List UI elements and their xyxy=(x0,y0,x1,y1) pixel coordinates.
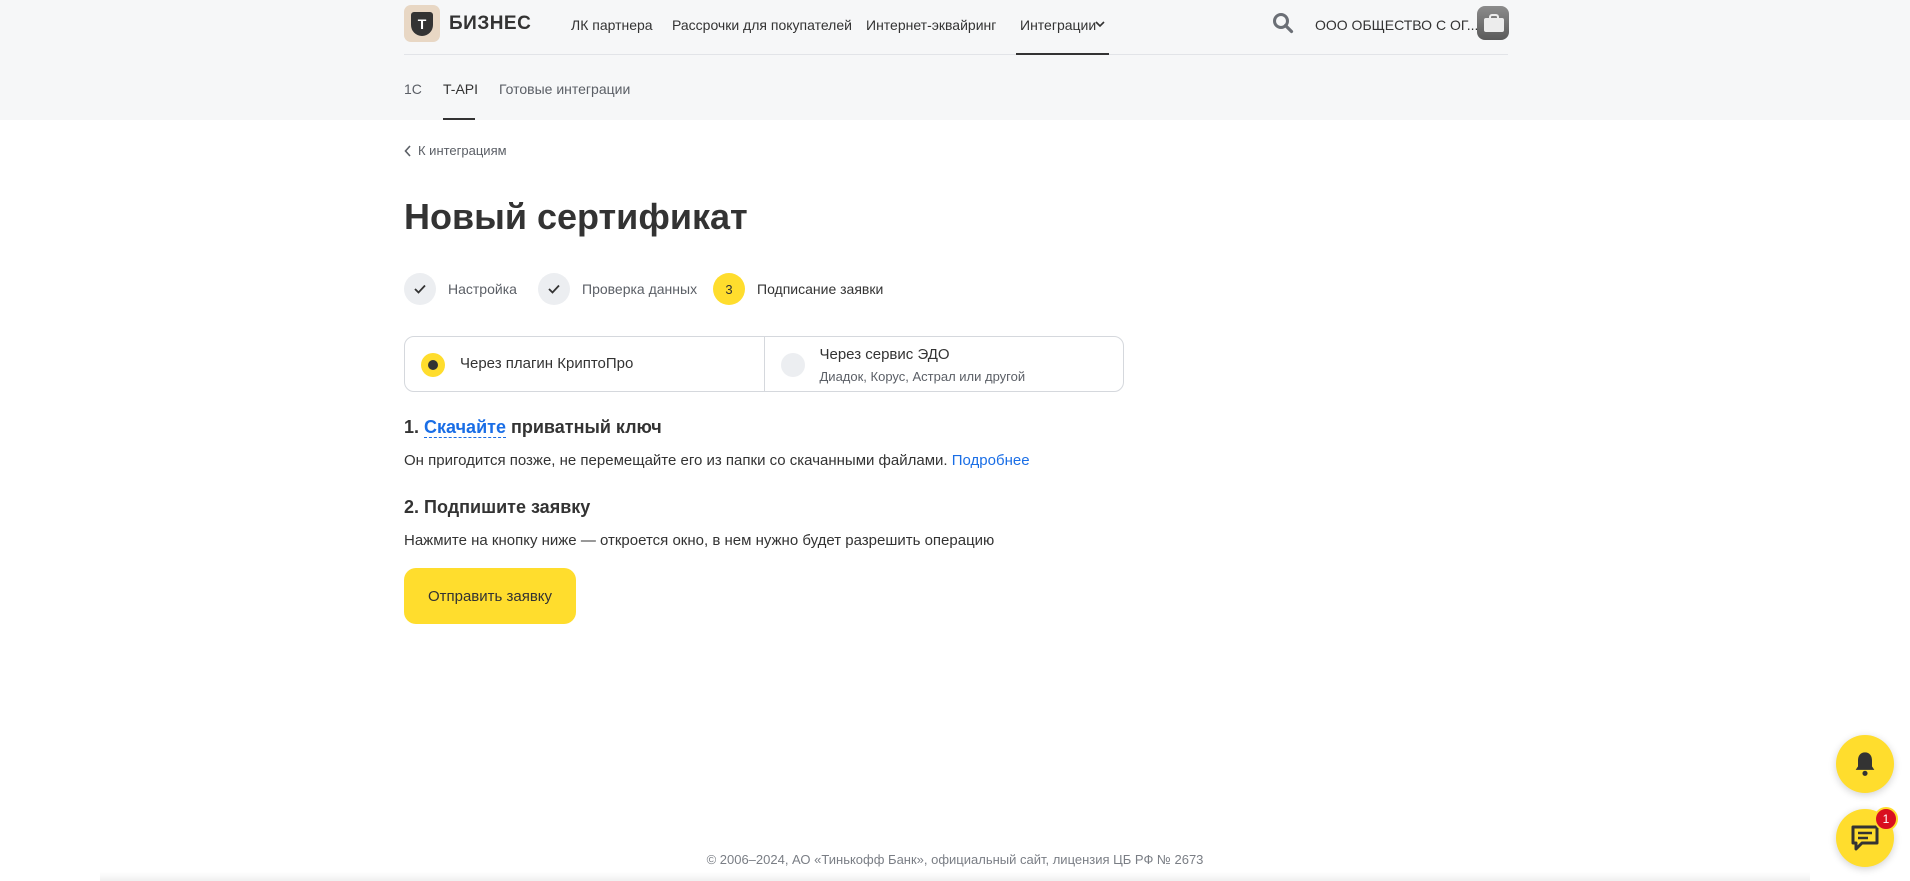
method-cryptopro[interactable]: Через плагин КриптоПро xyxy=(405,337,764,391)
brand-logo[interactable]: Т БИЗНЕС xyxy=(404,5,531,42)
step-settings: Настройка xyxy=(404,273,517,305)
step-data-check: Проверка данных xyxy=(538,273,697,305)
step2-description: Нажмите на кнопку ниже — откроется окно,… xyxy=(404,532,995,549)
step1-description: Он пригодится позже, не перемещайте его … xyxy=(404,452,1030,469)
subnav-tapi[interactable]: T-API xyxy=(443,55,478,120)
chat-badge: 1 xyxy=(1874,807,1898,831)
top-navbar: Т БИЗНЕС ЛК партнера Рассрочки для покуп… xyxy=(404,0,1509,55)
radio-unselected[interactable] xyxy=(780,353,805,377)
notifications-button[interactable] xyxy=(1836,735,1894,793)
submit-request-button[interactable]: Отправить заявку xyxy=(404,568,576,624)
chevron-left-icon xyxy=(404,144,411,157)
bell-icon xyxy=(1855,752,1875,776)
subnav-1c[interactable]: 1С xyxy=(404,81,422,97)
step-signing: 3 Подписание заявки xyxy=(713,273,883,305)
back-link[interactable]: К интеграциям xyxy=(404,143,507,158)
check-icon xyxy=(538,273,570,305)
chat-icon xyxy=(1851,825,1879,851)
chevron-down-icon xyxy=(1095,21,1105,28)
footer-divider xyxy=(100,872,1810,881)
nav-partner[interactable]: ЛК партнера xyxy=(571,17,653,33)
check-icon xyxy=(404,273,436,305)
page-title: Новый сертификат xyxy=(404,196,748,237)
footer-copyright: © 2006–2024, АО «Тинькофф Банк», официал… xyxy=(706,852,1204,867)
download-link[interactable]: Скачайте xyxy=(424,417,506,438)
radio-selected[interactable] xyxy=(421,353,445,377)
search-icon[interactable] xyxy=(1272,12,1294,34)
step1-heading: 1. Скачайте приватный ключ xyxy=(404,417,662,438)
nav-integrations[interactable]: Интеграции xyxy=(1016,0,1109,55)
sub-navigation: 1С T-API Готовые интеграции xyxy=(404,55,1004,120)
step2-heading: 2. Подпишите заявку xyxy=(404,497,591,517)
avatar[interactable] xyxy=(1477,6,1509,40)
org-name[interactable]: ООО ОБЩЕСТВО С ОГ... xyxy=(1315,17,1478,33)
step-number: 3 xyxy=(713,273,745,305)
nav-acquiring[interactable]: Интернет-эквайринг xyxy=(866,17,996,33)
more-link[interactable]: Подробнее xyxy=(952,452,1030,469)
chat-button[interactable]: 1 xyxy=(1836,807,1898,867)
subnav-ready-integrations[interactable]: Готовые интеграции xyxy=(499,81,630,97)
shield-logo-icon: Т xyxy=(404,5,440,42)
signing-method-selector: Через плагин КриптоПро Через сервис ЭДО … xyxy=(404,336,1124,392)
brand-name: БИЗНЕС xyxy=(449,12,532,34)
nav-installments[interactable]: Рассрочки для покупателей xyxy=(672,17,852,33)
method-edo[interactable]: Через сервис ЭДО Диадок, Корус, Астрал и… xyxy=(763,337,1124,391)
